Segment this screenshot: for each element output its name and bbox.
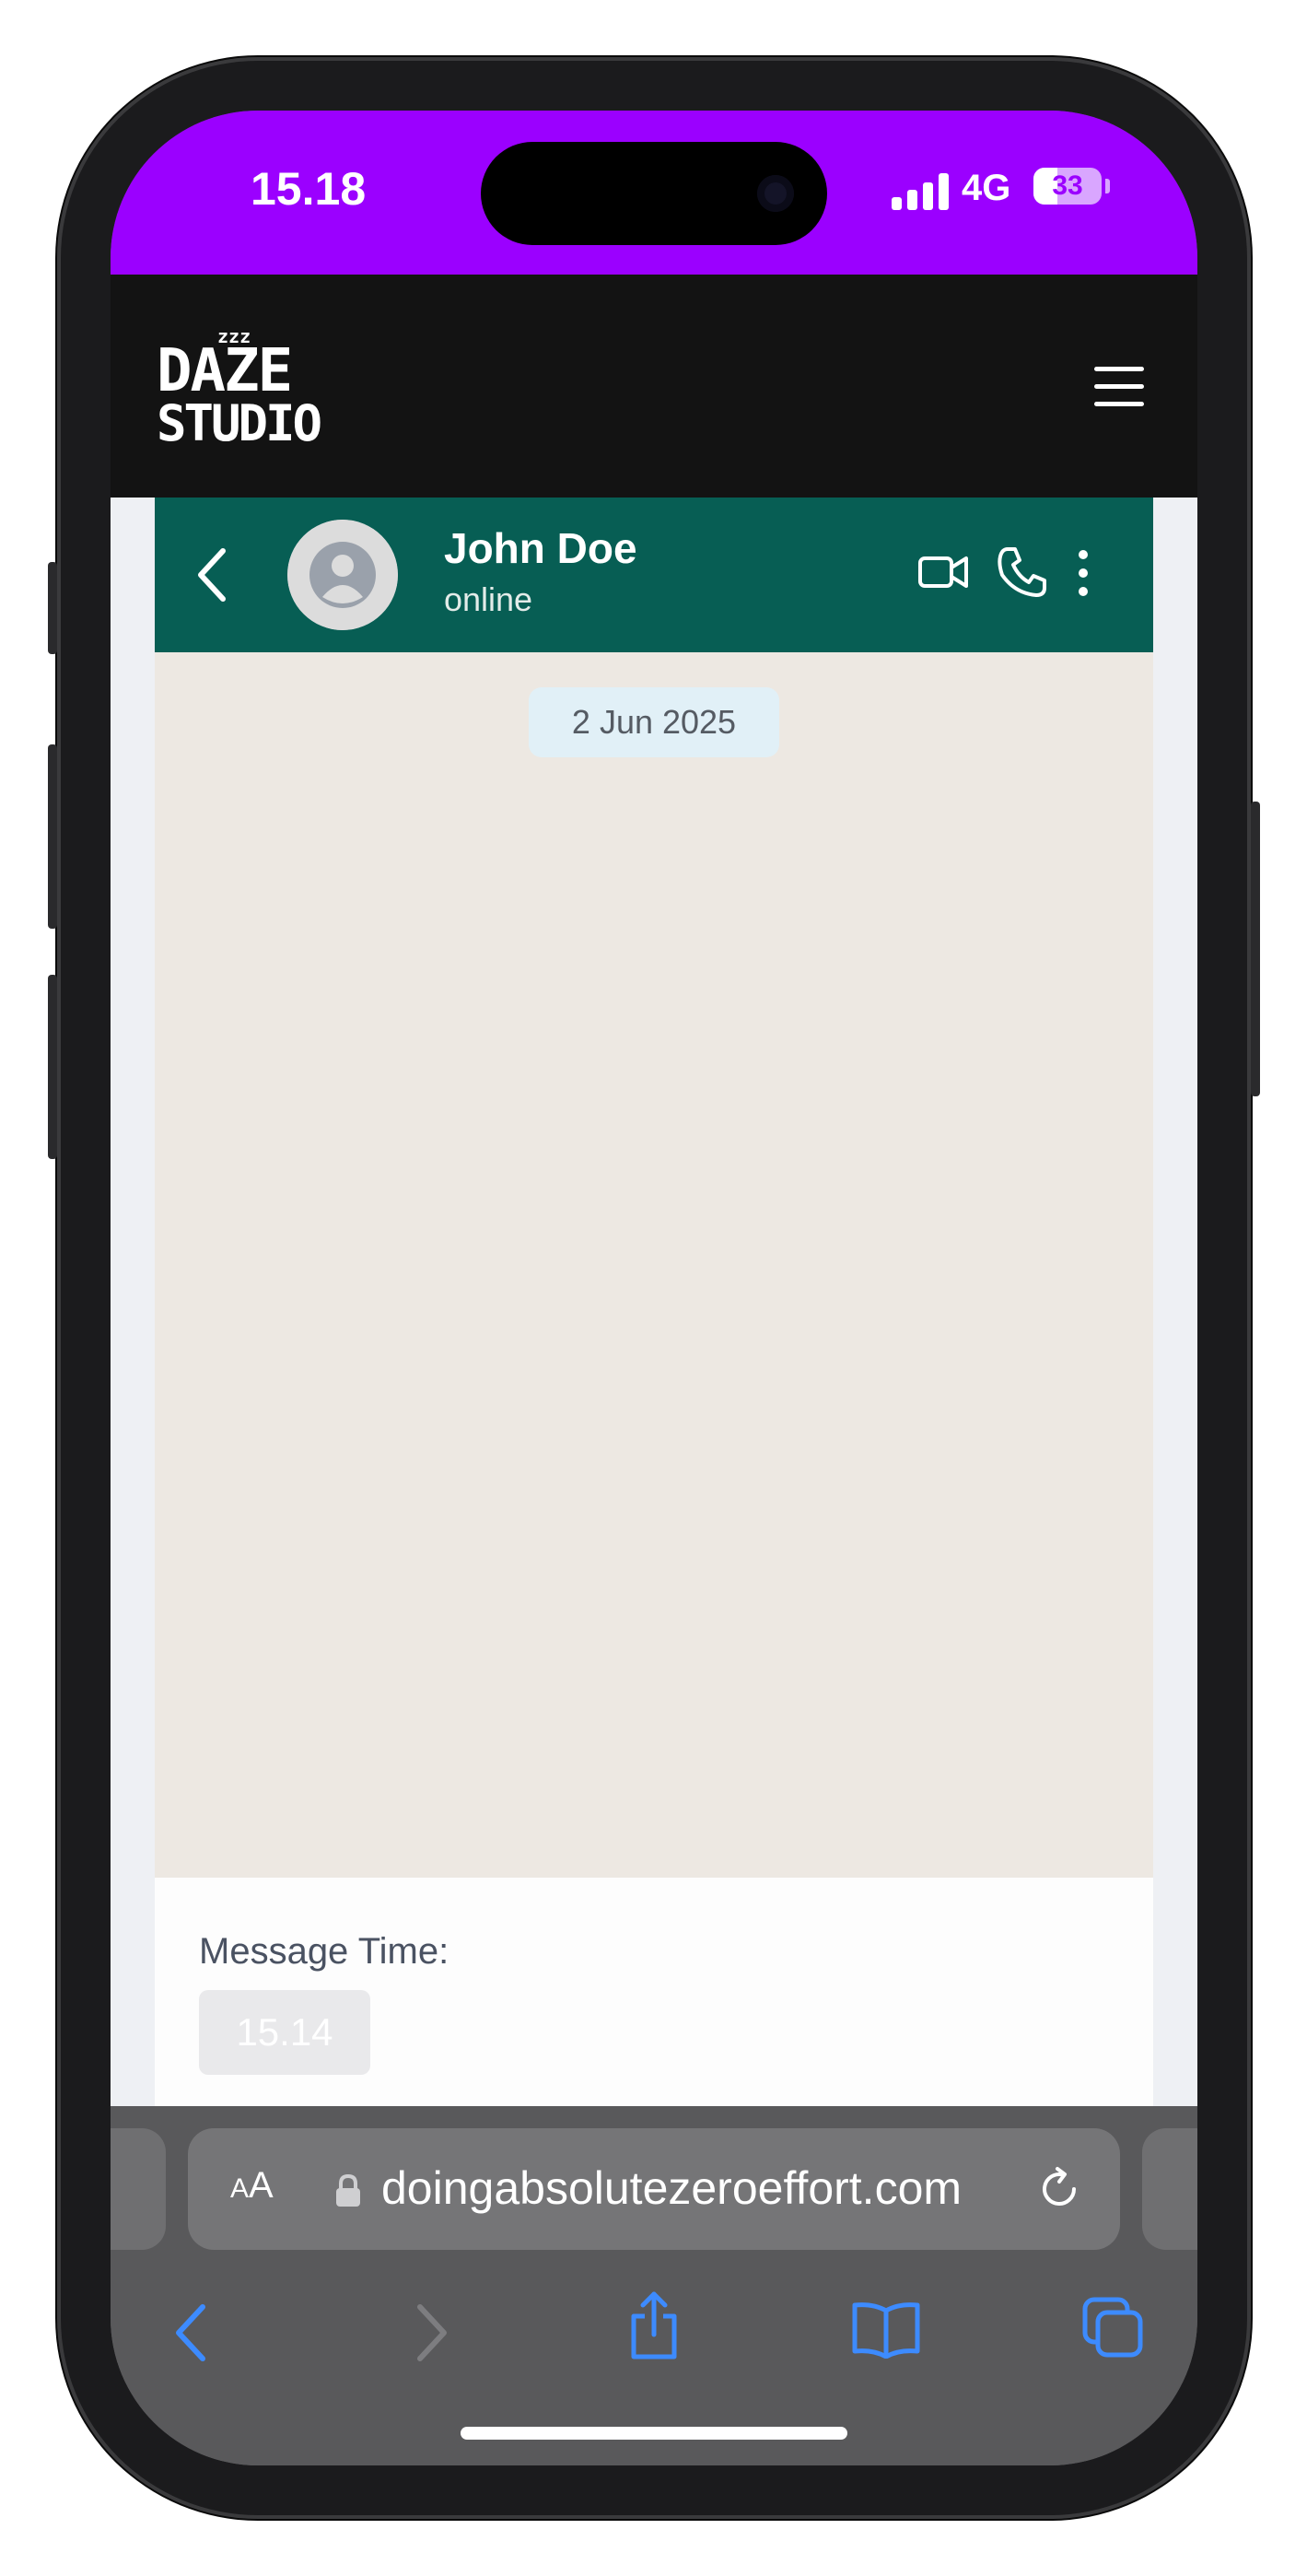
message-time-label: Message Time: [199, 1931, 449, 1972]
network-type: 4G [962, 168, 1011, 208]
share-icon[interactable] [626, 2290, 682, 2360]
logo-bottom-text: STUDIO [157, 394, 321, 448]
tabs-icon[interactable] [1081, 2296, 1146, 2360]
phone-screen: 15.18 4G 33 zzz DAZE STUDIO John Doe onl… [111, 111, 1197, 2465]
next-tab-peek[interactable] [1142, 2128, 1197, 2250]
safari-toolbar: AA doingabsolutezeroeffort.com [111, 2106, 1197, 2465]
text-size-button[interactable]: AA [230, 2165, 274, 2207]
url-text: doingabsolutezeroeffort.com [381, 2162, 963, 2214]
back-chevron-icon[interactable] [193, 545, 230, 604]
address-bar[interactable]: AA doingabsolutezeroeffort.com [188, 2128, 1120, 2250]
chat-header: John Doe online [155, 498, 1153, 652]
video-call-icon[interactable] [917, 545, 969, 597]
contact-name: John Doe [444, 524, 637, 572]
previous-tab-peek[interactable] [111, 2128, 166, 2250]
volume-up-button [48, 744, 57, 929]
more-vert-icon[interactable] [1076, 545, 1091, 601]
avatar-icon[interactable] [287, 520, 398, 630]
message-time-input[interactable]: 15.14 [199, 1990, 370, 2075]
lock-icon [336, 2174, 360, 2207]
action-button [48, 562, 57, 654]
message-settings-form: Message Time: 15.14 [155, 1878, 1153, 2110]
battery-level: 33 [1052, 170, 1083, 201]
battery-cap [1105, 179, 1110, 193]
cellular-signal-icon [892, 173, 949, 210]
contact-status: online [444, 580, 533, 618]
daze-studio-logo[interactable]: zzz DAZE STUDIO [155, 328, 385, 448]
safari-forward-icon[interactable] [413, 2303, 449, 2362]
status-time: 15.18 [251, 163, 367, 215]
reload-icon[interactable] [1035, 2165, 1083, 2213]
safari-back-icon[interactable] [173, 2303, 210, 2362]
bookmarks-icon[interactable] [851, 2301, 921, 2359]
date-separator: 2 Jun 2025 [529, 687, 779, 757]
chat-messages-area[interactable]: 2 Jun 2025 [155, 652, 1153, 1878]
hamburger-menu-icon[interactable] [1094, 367, 1144, 407]
site-navbar: zzz DAZE STUDIO [111, 275, 1197, 498]
page-content: John Doe online 2 Jun 2025 Message Time:… [111, 498, 1197, 2110]
dynamic-island [481, 142, 827, 245]
home-indicator[interactable] [461, 2427, 847, 2440]
volume-down-button [48, 975, 57, 1159]
power-button [1251, 802, 1260, 1096]
phone-icon[interactable] [995, 545, 1048, 599]
status-bar: 15.18 4G 33 [111, 111, 1197, 275]
front-camera [757, 175, 794, 212]
battery-icon: 33 [1033, 168, 1102, 205]
